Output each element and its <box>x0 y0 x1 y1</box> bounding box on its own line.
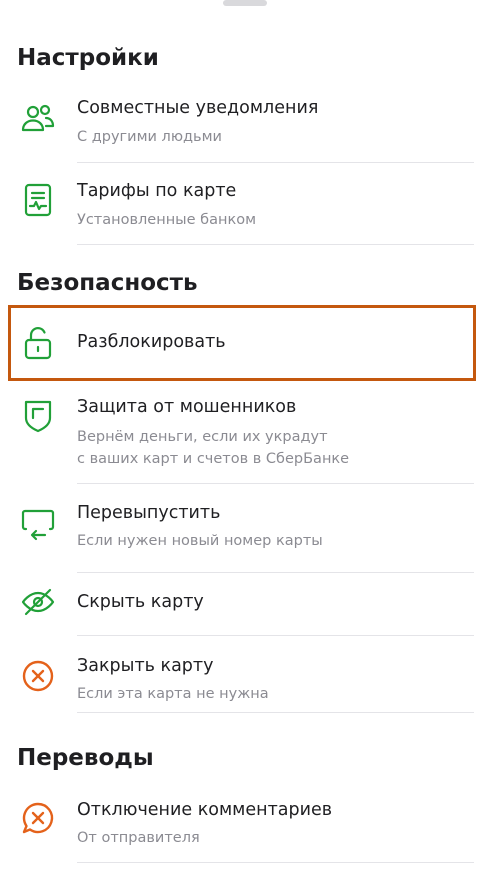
menu-item-title: Защита от мошенников <box>77 397 297 417</box>
menu-item-subtitle-line1: Вернём деньги, если их украдут <box>77 429 328 445</box>
card-reissue-icon <box>20 505 56 541</box>
menu-item-fraud-protection[interactable]: Защита от мошенников Вернём деньги, если… <box>0 390 490 488</box>
divider <box>77 635 474 636</box>
divider <box>77 572 474 573</box>
drag-handle[interactable] <box>223 0 267 6</box>
section-title-transfers: Переводы <box>17 745 154 771</box>
menu-item-subtitle: Если нужен новый номер карты <box>77 533 323 549</box>
menu-item-card-tariffs[interactable]: Тарифы по карте Установленные банком <box>0 170 490 246</box>
menu-item-title: Совместные уведомления <box>77 98 319 118</box>
section-title-security: Безопасность <box>17 270 198 296</box>
menu-item-subtitle-line2: с ваших карт и счетов в СберБанке <box>77 451 350 467</box>
divider <box>77 244 474 245</box>
divider <box>77 862 474 863</box>
selection-highlight <box>8 305 476 381</box>
shield-icon <box>20 398 56 434</box>
comment-off-icon <box>20 800 56 836</box>
section-title-settings: Настройки <box>17 45 159 71</box>
eye-off-icon <box>20 584 56 620</box>
menu-item-shared-notifications[interactable]: Совместные уведомления С другими людьми <box>0 88 490 164</box>
menu-item-title: Тарифы по карте <box>77 181 237 201</box>
menu-item-close-card[interactable]: Закрыть карту Если эта карта не нужна <box>0 646 490 716</box>
menu-item-disable-comments[interactable]: Отключение комментариев От отправителя <box>0 790 490 864</box>
menu-item-subtitle: Если эта карта не нужна <box>77 686 269 702</box>
menu-item-title: Отключение комментариев <box>77 800 333 820</box>
menu-item-reissue[interactable]: Перевыпустить Если нужен новый номер кар… <box>0 494 490 574</box>
menu-item-title: Скрыть карту <box>77 592 204 612</box>
menu-item-hide-card[interactable]: Скрыть карту <box>0 578 490 636</box>
close-circle-icon <box>20 658 56 694</box>
people-icon <box>20 100 56 136</box>
menu-item-subtitle: От отправителя <box>77 830 200 846</box>
menu-item-title: Закрыть карту <box>77 656 214 676</box>
document-icon <box>20 182 56 218</box>
divider <box>77 483 474 484</box>
divider <box>77 712 474 713</box>
menu-item-subtitle: Установленные банком <box>77 212 257 228</box>
menu-item-subtitle: С другими людьми <box>77 129 222 145</box>
divider <box>77 162 474 163</box>
menu-item-title: Перевыпустить <box>77 503 221 523</box>
